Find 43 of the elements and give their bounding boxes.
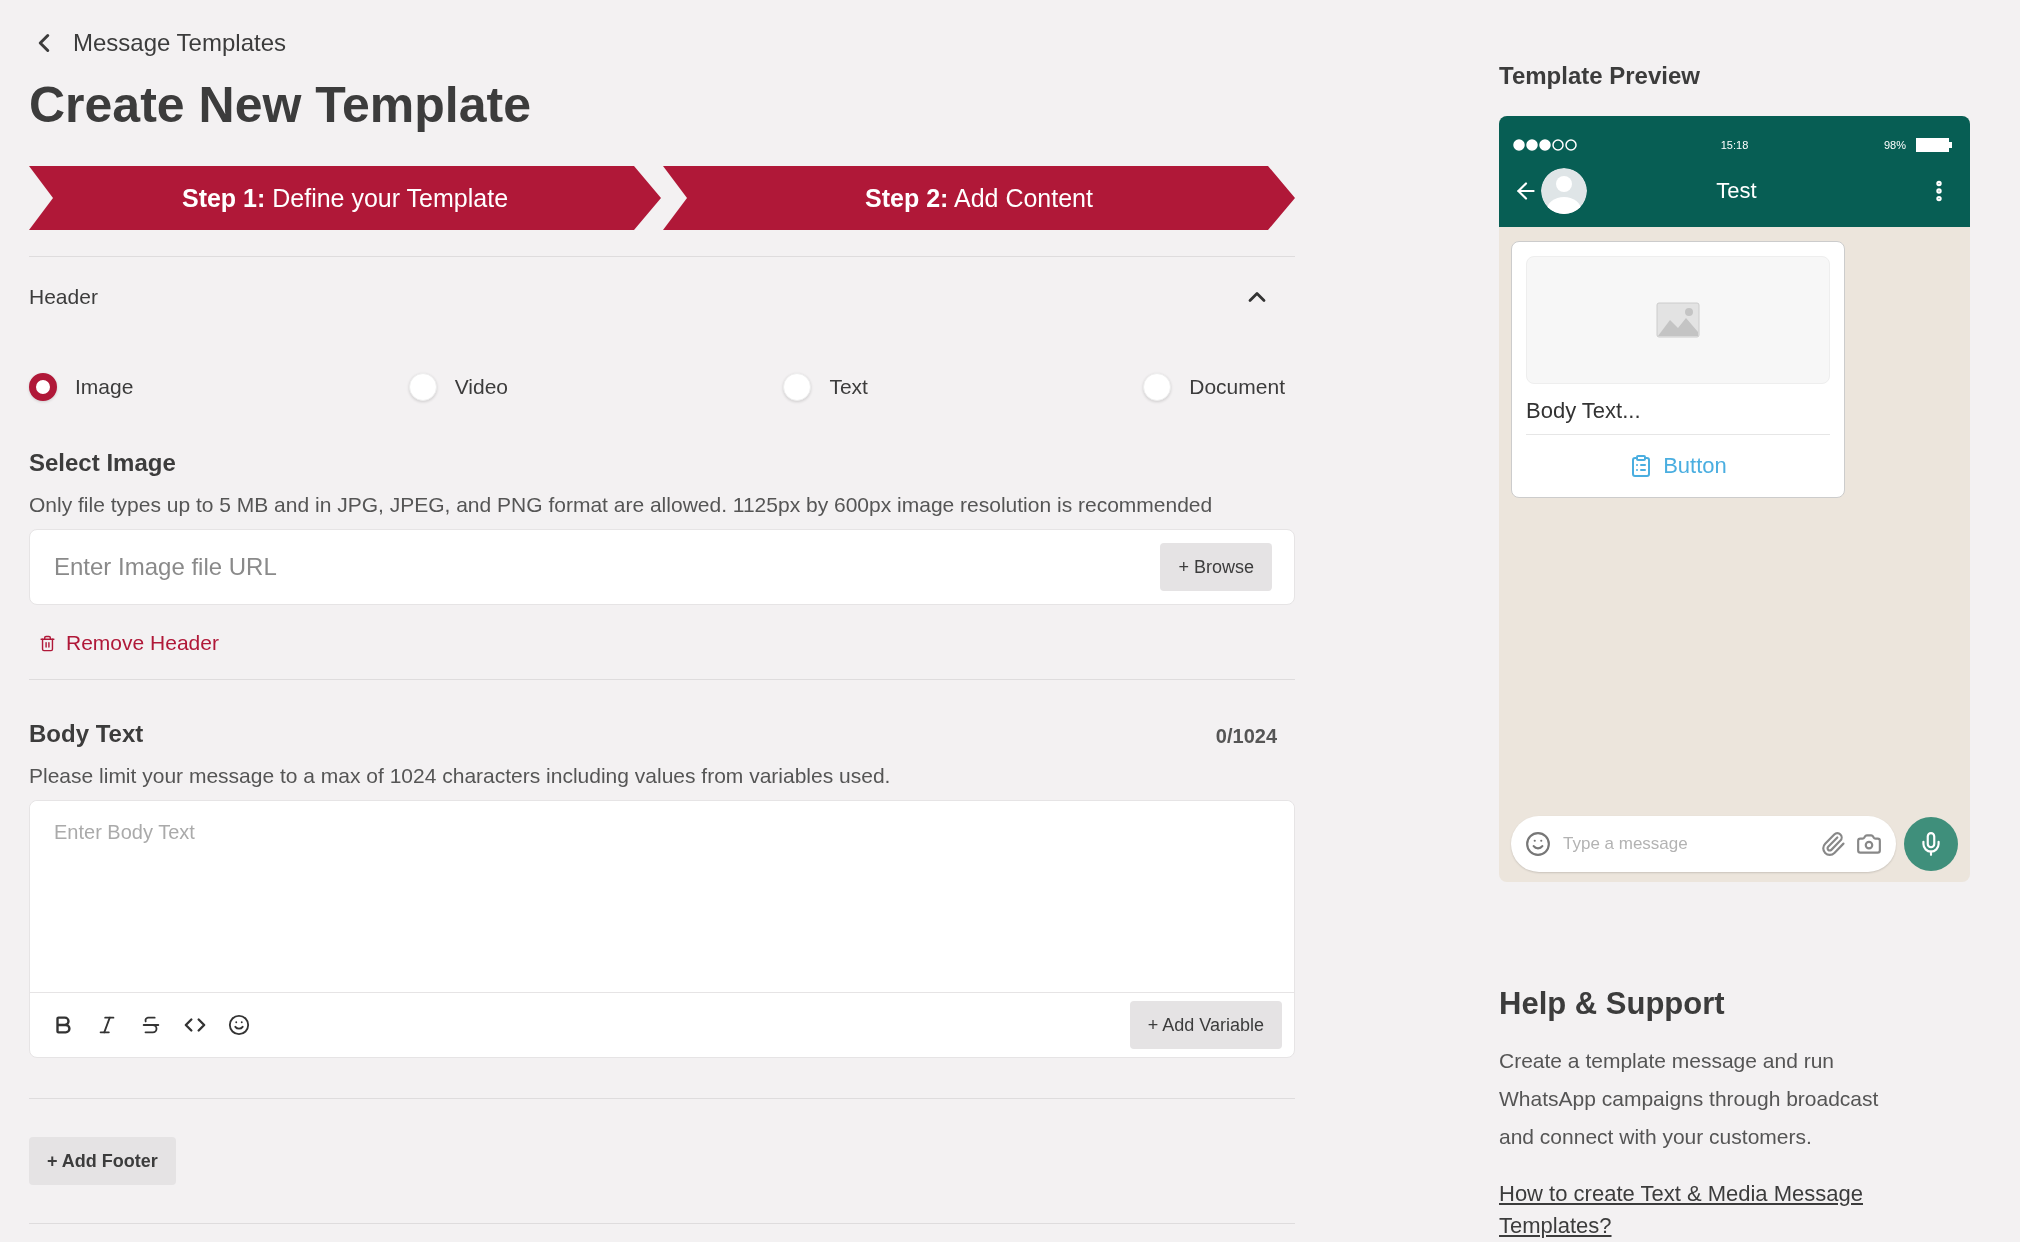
- paperclip-icon[interactable]: [1820, 831, 1846, 857]
- step-tab[interactable]: Step 1: Define your Template: [29, 166, 661, 230]
- radio-label: Text: [829, 375, 868, 399]
- camera-icon[interactable]: [1856, 831, 1882, 857]
- step-tab[interactable]: Step 2: Add Content: [663, 166, 1295, 230]
- strikethrough-icon[interactable]: [140, 1014, 162, 1036]
- trash-icon: [39, 634, 56, 652]
- radio-option[interactable]: Video: [408, 373, 509, 401]
- radio-button[interactable]: [29, 373, 57, 401]
- radio-label: Document: [1189, 375, 1285, 399]
- composer-bar[interactable]: Type a message: [1511, 816, 1896, 872]
- browse-button[interactable]: + Browse: [1160, 543, 1272, 591]
- microphone-button[interactable]: [1904, 817, 1958, 871]
- smiley-icon[interactable]: [228, 1014, 250, 1036]
- help-link[interactable]: How to create Text & Media Message Templates?: [1499, 1178, 1970, 1242]
- preview-title: Template Preview: [1499, 62, 1701, 90]
- section-title: Header: [29, 285, 98, 309]
- radio-option[interactable]: Text: [783, 373, 868, 401]
- field-title: Select Image: [29, 449, 177, 477]
- char-counter: 0/1024: [1215, 725, 1277, 748]
- back-link[interactable]: Message Templates: [29, 28, 286, 58]
- add-variable-button[interactable]: + Add Variable: [1129, 1001, 1282, 1049]
- url-field[interactable]: Enter Image file URL + Browse: [29, 529, 1295, 605]
- avatar-icon: [1541, 168, 1587, 214]
- message-text: Body Text...: [1526, 384, 1830, 435]
- radio-label: Image: [75, 375, 134, 399]
- field-hint: Only file types up to 5 MB and in JPG, JPEG, and PNG format are allowed. 1125px by 600px image resolution is recommended: [29, 493, 1214, 517]
- remove-header-button[interactable]: Remove Header: [29, 631, 219, 655]
- battery-icon: [1916, 138, 1952, 152]
- image-icon: [1656, 302, 1700, 338]
- radio-label: Video: [454, 375, 509, 399]
- battery-level: 98%: [1883, 139, 1906, 151]
- status-time: 15:18: [1720, 139, 1749, 151]
- radio-option[interactable]: Document: [1143, 373, 1285, 401]
- radio-option[interactable]: Image: [29, 373, 134, 401]
- add-footer-button[interactable]: + Add Footer: [29, 1137, 176, 1185]
- field-title: Body Text: [29, 720, 144, 748]
- help-title: Help & Support: [1499, 986, 1726, 1022]
- field-hint: Please limit your message to a max of 1024 characters including values from variables used.: [29, 764, 892, 788]
- page-title: Create New Template: [29, 76, 533, 134]
- editor-panel[interactable]: Enter Body Text + Add Variable: [29, 800, 1295, 1058]
- contact-name: Test: [1715, 178, 1758, 204]
- help-text: Create a template message and run WhatsApp campaigns through broadcast and connect with your customers.: [1499, 1048, 1880, 1150]
